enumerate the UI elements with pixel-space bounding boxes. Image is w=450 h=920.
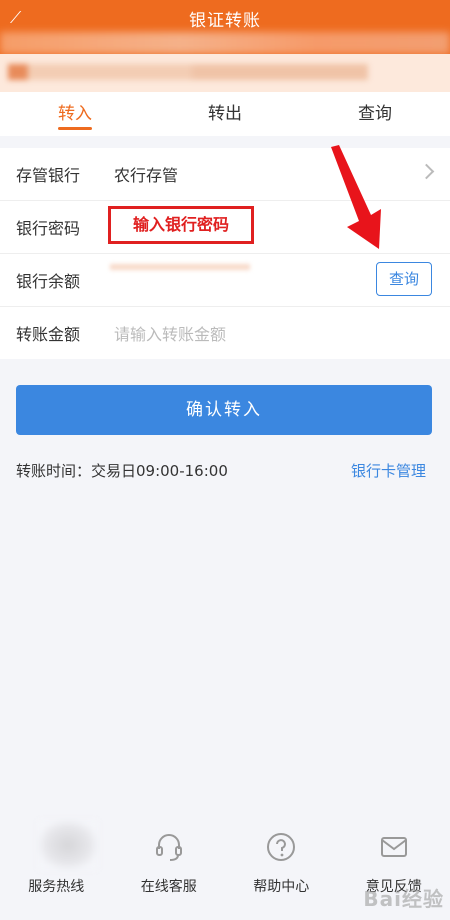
footer-label: 服务热线 bbox=[28, 879, 85, 895]
confirm-transfer-button[interactable]: 确认转入 bbox=[16, 385, 432, 435]
hotline-icon bbox=[38, 820, 98, 870]
notice-banner bbox=[0, 54, 450, 92]
tab-transfer-out[interactable]: 转出 bbox=[150, 92, 300, 136]
blurred-notice-text bbox=[8, 64, 368, 80]
amount-label: 转账金额 bbox=[16, 325, 81, 344]
password-input[interactable]: 输入银行密码 bbox=[108, 206, 254, 244]
tab-bar: 转入 转出 查询 bbox=[0, 92, 450, 136]
tab-query[interactable]: 查询 bbox=[300, 92, 450, 136]
card-management-link[interactable]: 银行卡管理 bbox=[351, 460, 426, 481]
blurred-balance bbox=[110, 264, 250, 270]
page-title: 银证转账 bbox=[189, 11, 261, 31]
footer-item-help[interactable]: 帮助中心 bbox=[225, 812, 338, 920]
transfer-time: 转账时间：交易日09:00-16:00 bbox=[16, 462, 228, 480]
bank-value: 农行存管 bbox=[114, 166, 179, 185]
blurred-info-bar bbox=[0, 32, 450, 54]
question-icon bbox=[267, 833, 296, 861]
red-arrow-annotation bbox=[331, 145, 381, 249]
chevron-right-icon bbox=[418, 163, 435, 180]
amount-input[interactable]: 请输入转账金额 bbox=[114, 321, 226, 345]
bank-label: 存管银行 bbox=[16, 166, 81, 185]
footer-item-hotline[interactable]: 服务热线 bbox=[0, 812, 113, 920]
headset-icon bbox=[155, 834, 182, 861]
footer-label: 帮助中心 bbox=[253, 879, 310, 895]
footer-item-online-service[interactable]: 在线客服 bbox=[113, 812, 226, 920]
balance-row: 银行余额 查询 bbox=[0, 254, 450, 307]
balance-label: 银行余额 bbox=[16, 272, 81, 291]
footer-label: 在线客服 bbox=[140, 879, 197, 895]
tab-transfer-in[interactable]: 转入 bbox=[0, 92, 150, 136]
query-balance-button[interactable]: 查询 bbox=[376, 262, 432, 296]
mail-icon bbox=[380, 837, 407, 857]
password-label: 银行密码 bbox=[16, 219, 81, 238]
amount-row: 转账金额 请输入转账金额 bbox=[0, 307, 450, 359]
watermark: Bai经验 bbox=[363, 887, 444, 911]
